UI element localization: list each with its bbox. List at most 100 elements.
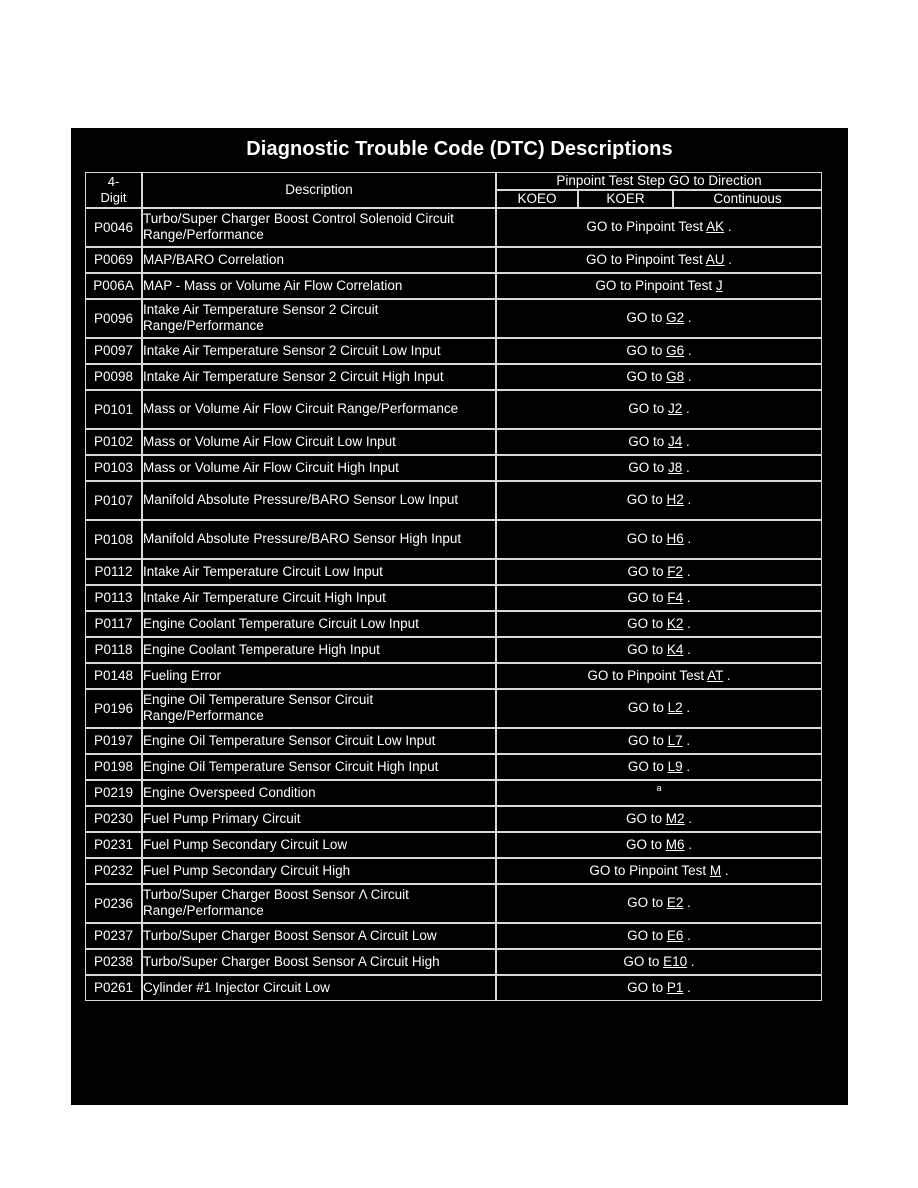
cell-dtc-description: Engine Coolant Temperature High Input bbox=[142, 636, 496, 663]
table-row: P0231 Fuel Pump Secondary Circuit Low GO t… bbox=[85, 831, 823, 858]
pinpoint-test-reference-link[interactable]: G2 bbox=[666, 310, 684, 325]
cell-dtc-code: P0113 bbox=[85, 584, 142, 611]
pinpoint-direction-suffix: . bbox=[683, 531, 692, 547]
pinpoint-test-reference-link[interactable]: F2 bbox=[667, 564, 683, 579]
table-row: P0197 Engine Oil Temperature Sensor Circu… bbox=[85, 727, 823, 754]
pinpoint-direction-suffix: . bbox=[683, 979, 691, 995]
cell-pinpoint-direction: GO to E6 . bbox=[496, 922, 823, 949]
pinpoint-test-reference-link[interactable]: G8 bbox=[666, 369, 684, 384]
pinpoint-test-reference-link[interactable]: M6 bbox=[666, 837, 685, 852]
table-row: P0118 Engine Coolant Temperature High Inp… bbox=[85, 636, 823, 663]
cell-dtc-description: Intake Air Temperature Sensor 2 Circuit … bbox=[142, 298, 496, 338]
table-row: P0113 Intake Air Temperature Circuit High… bbox=[85, 584, 823, 611]
cell-pinpoint-direction: GO to M6 . bbox=[496, 831, 823, 858]
pinpoint-test-reference-link[interactable]: J bbox=[716, 278, 723, 293]
table-row: P0107 Manifold Absolute Pressure/BARO Sen… bbox=[85, 480, 823, 520]
pinpoint-test-reference-link[interactable]: J8 bbox=[668, 460, 682, 475]
pinpoint-direction-prefix: GO to bbox=[626, 531, 667, 547]
pinpoint-direction-prefix: GO to bbox=[628, 433, 668, 449]
pinpoint-test-reference-link[interactable]: M bbox=[710, 863, 721, 878]
pinpoint-direction-prefix: GO to bbox=[628, 401, 668, 417]
cell-dtc-code: P0098 bbox=[85, 363, 142, 390]
pinpoint-direction-prefix: GO to bbox=[626, 310, 667, 326]
pinpoint-test-reference-link[interactable]: G6 bbox=[666, 343, 684, 358]
dtc-panel: Diagnostic Trouble Code (DTC) Descriptio… bbox=[71, 128, 848, 1105]
cell-pinpoint-direction: GO to M2 . bbox=[496, 805, 823, 832]
pinpoint-test-reference-link[interactable]: K2 bbox=[667, 616, 684, 631]
pinpoint-direction-suffix: . bbox=[682, 758, 691, 774]
pinpoint-test-reference-link[interactable]: AK bbox=[706, 219, 724, 234]
pinpoint-direction-prefix: GO to bbox=[627, 758, 668, 774]
pinpoint-direction-prefix: GO to Pinpoint Test bbox=[586, 219, 707, 235]
cell-dtc-code: P0230 bbox=[85, 805, 142, 832]
pinpoint-direction-prefix: GO to bbox=[625, 836, 666, 852]
cell-pinpoint-direction: GO to G2 . bbox=[496, 298, 823, 338]
table-row: P0198 Engine Oil Temperature Sensor Circu… bbox=[85, 753, 823, 780]
pinpoint-direction-suffix: . bbox=[684, 836, 693, 852]
cell-dtc-description: Intake Air Temperature Sensor 2 Circuit … bbox=[142, 363, 496, 390]
column-header-koer: KOER bbox=[578, 189, 673, 208]
pinpoint-test-reference-link[interactable]: E10 bbox=[663, 954, 687, 969]
pinpoint-test-reference-link[interactable]: AT bbox=[707, 668, 723, 683]
column-header-code-line1: 4- bbox=[107, 173, 120, 189]
cell-pinpoint-direction: GO to F4 . bbox=[496, 584, 823, 611]
cell-dtc-code: P0236 bbox=[85, 883, 142, 923]
cell-dtc-description: Manifold Absolute Pressure/BARO Sensor L… bbox=[142, 480, 496, 520]
cell-dtc-description: Manifold Absolute Pressure/BARO Sensor H… bbox=[142, 519, 496, 559]
cell-dtc-description: Fuel Pump Primary Circuit bbox=[142, 805, 496, 832]
pinpoint-direction-prefix: GO to bbox=[627, 700, 668, 716]
pinpoint-direction-suffix: . bbox=[683, 492, 692, 508]
cell-dtc-code: P0197 bbox=[85, 727, 142, 754]
table-row: P0230 Fuel Pump Primary Circuit GO to M2 . bbox=[85, 805, 823, 832]
cell-dtc-description: Mass or Volume Air Flow Circuit Low Inpu… bbox=[142, 428, 496, 455]
pinpoint-direction-suffix: . bbox=[682, 732, 691, 748]
pinpoint-test-reference-link[interactable]: H2 bbox=[667, 492, 684, 507]
pinpoint-test-reference-link[interactable]: H6 bbox=[667, 531, 684, 546]
dtc-table-container: 4- Digit Description Pinpoint Test Step … bbox=[85, 172, 823, 1001]
pinpoint-test-reference-link[interactable]: J4 bbox=[668, 434, 682, 449]
pinpoint-test-reference-link[interactable]: F4 bbox=[667, 590, 683, 605]
pinpoint-direction-suffix: . bbox=[683, 895, 691, 911]
footnote-marker: a bbox=[656, 783, 662, 794]
pinpoint-direction-prefix: GO to Pinpoint Test bbox=[585, 251, 706, 267]
cell-pinpoint-direction: GO to E10 . bbox=[496, 948, 823, 975]
cell-pinpoint-direction: GO to H2 . bbox=[496, 480, 823, 520]
pinpoint-direction-suffix: . bbox=[684, 810, 693, 826]
table-row: P0196 Engine Oil Temperature Sensor Circu… bbox=[85, 688, 823, 728]
pinpoint-test-reference-link[interactable]: P1 bbox=[667, 980, 684, 995]
table-row: P0237 Turbo/Super Charger Boost Sensor A … bbox=[85, 922, 823, 949]
cell-dtc-code: P0107 bbox=[85, 480, 142, 520]
column-header-description: Description bbox=[142, 172, 496, 208]
cell-dtc-code: P0046 bbox=[85, 207, 142, 247]
cell-dtc-description: Turbo/Super Charger Boost Sensor A Circu… bbox=[142, 948, 496, 975]
pinpoint-direction-prefix: GO to bbox=[627, 641, 667, 657]
cell-dtc-code: P0117 bbox=[85, 610, 142, 637]
cell-pinpoint-direction: GO to K4 . bbox=[496, 636, 823, 663]
cell-dtc-code: P0112 bbox=[85, 558, 142, 585]
cell-dtc-code: P0261 bbox=[85, 974, 142, 1001]
cell-dtc-description: Engine Oil Temperature Sensor Circuit Lo… bbox=[142, 727, 496, 754]
table-row: P0112 Intake Air Temperature Circuit Low … bbox=[85, 558, 823, 585]
table-row: P0238 Turbo/Super Charger Boost Sensor A … bbox=[85, 948, 823, 975]
cell-dtc-description: Intake Air Temperature Circuit Low Input bbox=[142, 558, 496, 585]
pinpoint-test-reference-link[interactable]: L9 bbox=[668, 759, 683, 774]
pinpoint-test-reference-link[interactable]: AU bbox=[706, 252, 725, 267]
pinpoint-direction-prefix: GO to bbox=[628, 459, 668, 475]
pinpoint-test-reference-link[interactable]: M2 bbox=[666, 811, 685, 826]
pinpoint-direction-suffix: . bbox=[724, 219, 732, 235]
table-row: P0102 Mass or Volume Air Flow Circuit Low… bbox=[85, 428, 823, 455]
pinpoint-test-reference-link[interactable]: L7 bbox=[668, 733, 683, 748]
cell-dtc-description: Mass or Volume Air Flow Circuit Range/Pe… bbox=[142, 389, 496, 429]
pinpoint-test-reference-link[interactable]: K4 bbox=[667, 642, 684, 657]
pinpoint-test-reference-link[interactable]: E6 bbox=[667, 928, 684, 943]
pinpoint-test-reference-link[interactable]: E2 bbox=[667, 895, 684, 910]
pinpoint-test-reference-link[interactable]: L2 bbox=[668, 700, 683, 715]
cell-dtc-code: P0096 bbox=[85, 298, 142, 338]
pinpoint-direction-suffix: . bbox=[682, 433, 690, 449]
column-header-code: 4- Digit bbox=[85, 172, 142, 208]
page-title: Diagnostic Trouble Code (DTC) Descriptio… bbox=[246, 138, 673, 160]
cell-pinpoint-direction: GO to K2 . bbox=[496, 610, 823, 637]
table-row: P0117 Engine Coolant Temperature Circuit … bbox=[85, 610, 823, 637]
cell-dtc-description: Turbo/Super Charger Boost Sensor Λ Circu… bbox=[142, 883, 496, 923]
pinpoint-test-reference-link[interactable]: J2 bbox=[668, 401, 682, 416]
